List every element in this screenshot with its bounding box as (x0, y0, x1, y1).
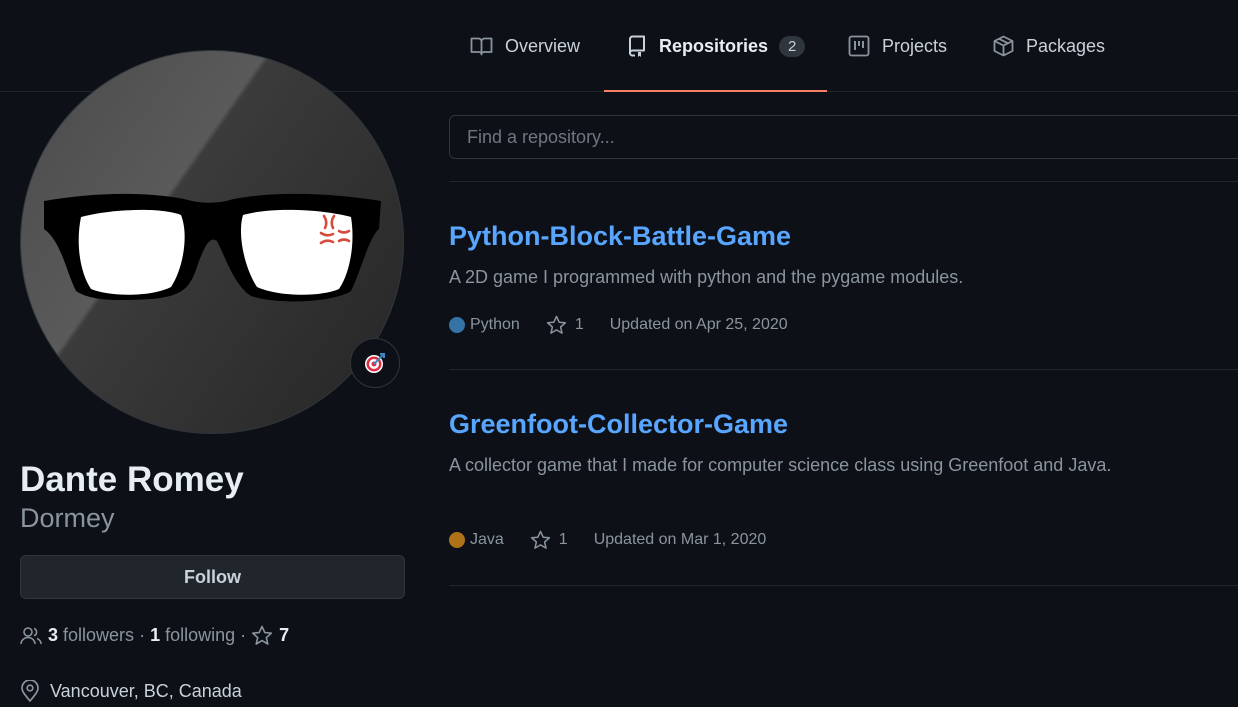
divider (449, 369, 1238, 370)
repo-star-count: 1 (574, 316, 584, 333)
star-icon (546, 315, 566, 334)
separator-dot: · (139, 625, 146, 645)
profile-location: Vancouver, BC, Canada (20, 680, 242, 702)
repo-stars-link[interactable]: 1 (546, 315, 584, 335)
language-color-dot (449, 317, 465, 333)
repo-meta: Java 1 Updated on Mar 1, 2020 (449, 530, 766, 550)
divider (449, 181, 1238, 182)
repo-icon (629, 35, 645, 57)
stars-count: 7 (279, 625, 290, 645)
book-icon (470, 37, 493, 56)
status-badge[interactable] (350, 338, 400, 388)
profile-stats: 3 followers · 1 following · 7 (20, 625, 289, 646)
profile-username: Dormey (20, 503, 115, 533)
location-pin-icon (21, 680, 39, 702)
tab-repositories[interactable]: Repositories 2 (603, 0, 828, 92)
people-icon (20, 626, 42, 644)
repo-star-count: 1 (558, 531, 568, 548)
followers-count: 3 (48, 625, 59, 645)
tab-overview[interactable]: Overview (470, 0, 580, 92)
profile-name: Dante Romey (20, 460, 244, 499)
repo-language: Python (470, 316, 520, 333)
tab-overview-label: Overview (505, 35, 581, 56)
repo-name-link[interactable]: Python-Block-Battle-Game (449, 221, 791, 252)
divider (449, 585, 1238, 586)
repo-name-link[interactable]: Greenfoot-Collector-Game (449, 409, 788, 440)
tab-repositories-label: Repositories (659, 35, 769, 56)
stars-link[interactable]: 7 (251, 625, 289, 646)
repositories-count-badge: 2 (779, 35, 806, 57)
repo-updated: Updated on Apr 25, 2020 (609, 316, 788, 333)
package-icon (993, 35, 1014, 57)
glasses-illustration (44, 193, 381, 302)
tab-projects-label: Projects (882, 35, 948, 56)
following-link[interactable]: 1 following (150, 625, 235, 646)
language-color-dot (449, 532, 465, 548)
tab-projects[interactable]: Projects (848, 0, 947, 92)
repo-language: Java (470, 531, 504, 548)
avatar[interactable] (20, 50, 404, 434)
tab-packages-label: Packages (1026, 35, 1106, 56)
repo-meta: Python 1 Updated on Apr 25, 2020 (449, 315, 788, 335)
following-count: 1 (150, 625, 161, 645)
star-icon (252, 625, 273, 645)
repo-description: A 2D game I programmed with python and t… (449, 267, 964, 287)
star-icon (530, 530, 550, 549)
following-label: following (165, 625, 236, 645)
location-text: Vancouver, BC, Canada (50, 680, 242, 701)
followers-label: followers (63, 625, 135, 645)
followers-link[interactable]: 3 followers (48, 625, 134, 646)
repo-stars-link[interactable]: 1 (530, 530, 568, 550)
project-icon (848, 35, 870, 57)
find-repository-input[interactable] (449, 115, 1238, 159)
separator-dot: · (240, 625, 247, 645)
repo-updated: Updated on Mar 1, 2020 (593, 531, 767, 548)
follow-button[interactable]: Follow (20, 555, 405, 599)
repo-description: A collector game that I made for compute… (449, 455, 1112, 475)
direct-hit-icon (365, 353, 385, 373)
tab-packages[interactable]: Packages (993, 0, 1105, 92)
